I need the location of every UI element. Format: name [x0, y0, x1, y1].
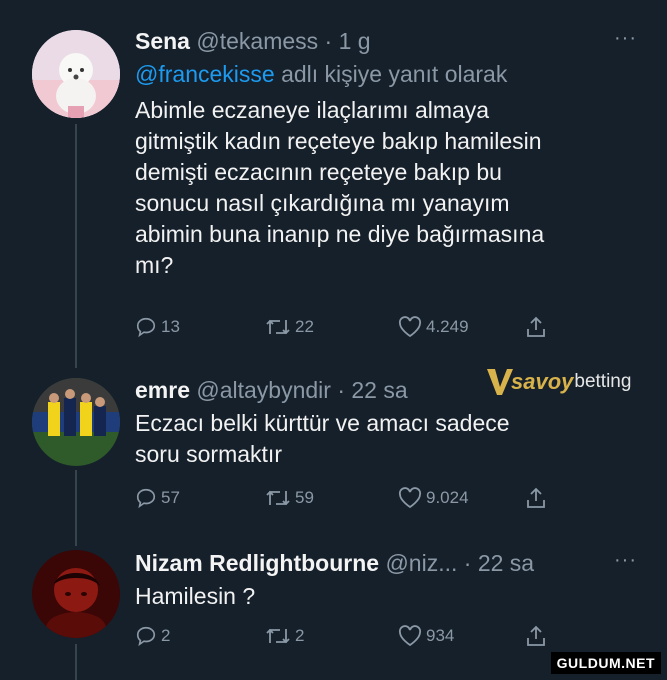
tweet-text-line: sonucu nasıl çıkardığına mı yanayım	[135, 190, 510, 216]
tweet-text-line: gitmiştik kadın reçeteye bakıp hamilesin	[135, 128, 542, 154]
tweet-text-line: soru sormaktır	[135, 441, 282, 467]
tweet-text-line: abimin buna inanıp ne diye bağırmasına	[135, 221, 545, 247]
more-icon[interactable]: ···	[614, 549, 637, 572]
tweet-text-line: Hamilesin ?	[135, 583, 256, 609]
tweet-text: Eczacı belki kürttür ve amacı sadece sor…	[135, 408, 647, 470]
action-bar: 57 59 9.024	[135, 487, 555, 515]
user-handle[interactable]: @niz...	[385, 550, 457, 576]
reply-button[interactable]: 13	[135, 316, 180, 338]
timestamp[interactable]: · 22 sa	[337, 377, 407, 403]
retweet-count: 22	[295, 317, 314, 336]
like-button[interactable]: 934	[398, 625, 454, 647]
tweet-text-line: Eczacı belki kürttür ve amacı sadece	[135, 410, 510, 436]
red-portrait-avatar-image	[32, 550, 120, 638]
football-avatar-image	[32, 378, 120, 466]
tweet-text: Hamilesin ?	[135, 581, 647, 612]
reply-count: 2	[161, 626, 171, 645]
avatar[interactable]	[32, 378, 120, 466]
display-name[interactable]: Sena	[135, 28, 190, 54]
like-count: 9.024	[426, 488, 469, 507]
tweet-header: Nizam Redlightbourne @niz... · 22 sa	[135, 549, 647, 577]
watermark-brand-a: savoy	[511, 369, 574, 394]
tweet-text-line: Abimle eczaneye ilaçlarımı almaya	[135, 97, 490, 123]
like-icon	[398, 316, 422, 338]
reply-context-text: adlı kişiye yanıt olarak	[274, 61, 508, 87]
share-button[interactable]	[525, 487, 547, 509]
tweet[interactable]: Sena @tekamess · 1 g ··· @francekisse ad…	[0, 0, 667, 360]
mention-link[interactable]: @francekisse	[135, 61, 275, 87]
user-handle[interactable]: @altaybyndir	[196, 377, 331, 403]
share-icon	[527, 316, 545, 337]
reply-context: @francekisse adlı kişiye yanıt olarak	[135, 59, 647, 89]
display-name[interactable]: emre	[135, 377, 190, 403]
share-icon	[527, 625, 545, 646]
timestamp[interactable]: · 22 sa	[464, 550, 534, 576]
reply-button[interactable]: 57	[135, 487, 180, 509]
retweet-button[interactable]: 59	[265, 487, 314, 509]
avatar[interactable]	[32, 550, 120, 638]
share-button[interactable]	[525, 625, 547, 647]
like-button[interactable]: 4.249	[398, 316, 469, 338]
like-icon	[398, 487, 422, 509]
reply-icon	[136, 626, 156, 647]
tweet-header: Sena @tekamess · 1 g	[135, 27, 647, 55]
more-icon[interactable]: ···	[614, 27, 637, 50]
reply-count: 13	[161, 317, 180, 336]
retweet-icon	[266, 490, 290, 506]
display-name[interactable]: Nizam Redlightbourne	[135, 550, 379, 576]
share-icon	[527, 487, 545, 508]
user-handle[interactable]: @tekamess	[196, 28, 318, 54]
retweet-button[interactable]: 22	[265, 316, 314, 338]
dog-avatar-image	[32, 30, 120, 118]
like-count: 4.249	[426, 317, 469, 336]
retweet-count: 2	[295, 626, 305, 645]
tweet-text: Abimle eczaneye ilaçlarımı almaya gitmiş…	[135, 95, 647, 281]
reply-count: 57	[161, 488, 180, 507]
like-count: 934	[426, 626, 455, 645]
tweet-text-line: demişti eczacının reçeteye bakıp bu	[135, 159, 502, 185]
reply-button[interactable]: 2	[135, 625, 170, 647]
action-bar: 2 2 934	[135, 625, 555, 653]
retweet-count: 59	[295, 488, 314, 507]
reply-icon	[136, 488, 156, 509]
retweet-icon	[266, 628, 290, 644]
tweet-text-line: mı?	[135, 252, 174, 278]
reply-icon	[136, 317, 156, 338]
share-button[interactable]	[525, 316, 547, 338]
site-watermark: GULDUM.NET	[550, 652, 661, 674]
avatar[interactable]	[32, 30, 120, 118]
savoybetting-watermark: savoy betting	[485, 362, 650, 402]
watermark-brand-b: betting	[574, 371, 632, 392]
timestamp[interactable]: · 1 g	[325, 28, 371, 54]
action-bar: 13 22 4.249	[135, 316, 555, 344]
like-button[interactable]: 9.024	[398, 487, 469, 509]
retweet-icon	[266, 319, 290, 335]
like-icon	[398, 625, 422, 647]
retweet-button[interactable]: 2	[265, 625, 304, 647]
